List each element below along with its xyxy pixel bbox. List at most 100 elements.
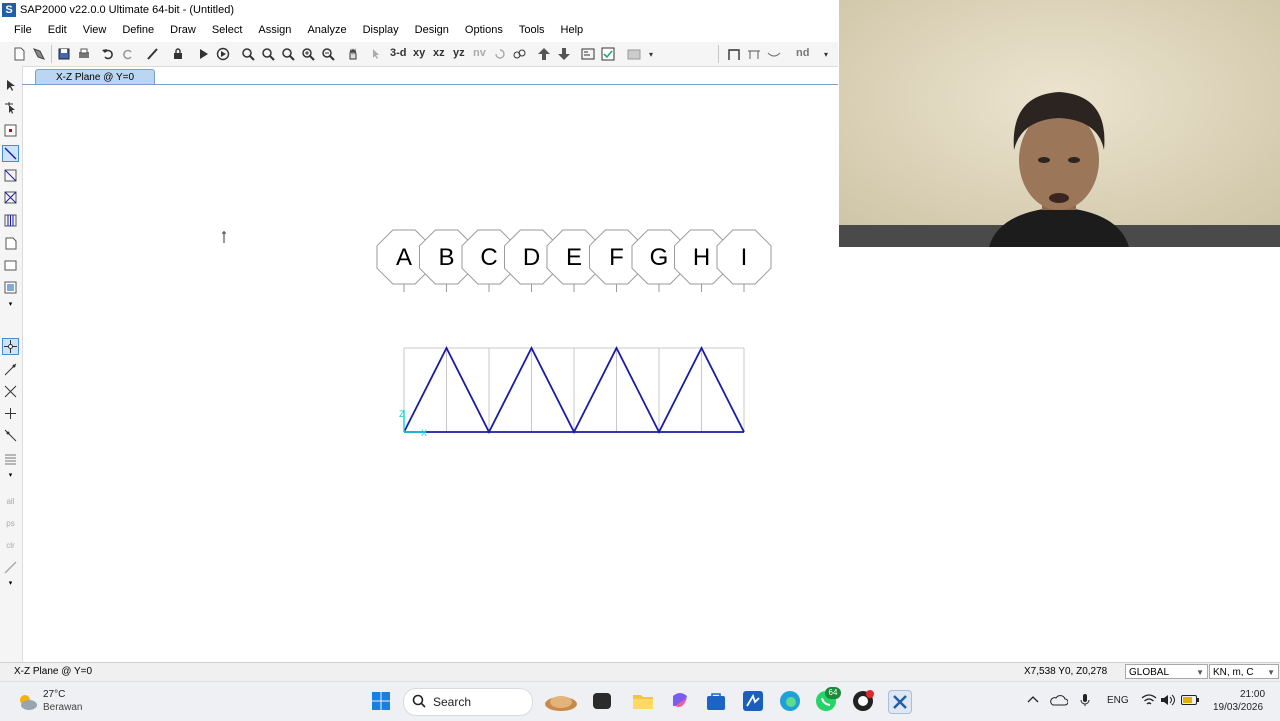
obs-studio-icon[interactable] (852, 690, 874, 712)
menu-design[interactable]: Design (407, 20, 457, 41)
quick-draw-frame-icon[interactable] (3, 168, 18, 183)
refresh-window-icon[interactable] (145, 46, 161, 62)
undo-icon[interactable] (100, 46, 116, 62)
view-3d-button[interactable]: 3-d (390, 47, 407, 59)
weather-description: Berawan (43, 702, 83, 713)
redo-icon[interactable] (120, 46, 136, 62)
left-toolbar-chevron-icon[interactable]: ▾ (3, 296, 18, 311)
windows-start-icon[interactable] (371, 691, 391, 711)
quick-draw-secondary-beams-icon[interactable] (3, 213, 18, 228)
menu-view[interactable]: View (75, 20, 115, 41)
view-xy-button[interactable]: xy (413, 47, 425, 59)
terminal-app-icon[interactable] (593, 693, 611, 709)
microsoft-store-icon[interactable] (705, 690, 727, 712)
intersecting-line-select-icon[interactable] (3, 560, 18, 575)
draw-rectangular-area-icon[interactable] (3, 258, 18, 273)
menu-options[interactable]: Options (457, 20, 511, 41)
display-settings-icon[interactable] (626, 46, 642, 62)
draw-poly-area-icon[interactable] (3, 236, 18, 251)
model-view-canvas[interactable]: ABCDEFGH I Z X (23, 85, 838, 662)
zoom-in-icon[interactable] (300, 46, 316, 62)
menu-file[interactable]: File (0, 20, 40, 41)
snap-to-points-icon[interactable] (2, 338, 19, 355)
snap-to-line-ends-icon[interactable] (3, 362, 18, 377)
file-explorer-icon[interactable] (632, 690, 654, 712)
battery-icon[interactable] (1181, 695, 1199, 708)
menu-select[interactable]: Select (204, 20, 251, 41)
menu-display[interactable]: Display (355, 20, 407, 41)
rotate-3d-icon[interactable] (492, 46, 508, 62)
run-time-history-icon[interactable] (215, 46, 231, 62)
units-select[interactable]: KN, m, C ▼ (1209, 664, 1279, 679)
select-all-icon[interactable]: all (3, 494, 18, 509)
view-nv-button[interactable]: nv (473, 47, 486, 59)
select-previous-icon[interactable]: ps (3, 516, 18, 531)
check-icon[interactable] (600, 46, 616, 62)
reshape-pointer-icon[interactable] (3, 100, 18, 115)
zoom-previous-icon[interactable] (280, 46, 296, 62)
menu-define[interactable]: Define (114, 20, 162, 41)
coordinate-system-select[interactable]: GLOBAL ▼ (1125, 664, 1208, 679)
menu-tools[interactable]: Tools (511, 20, 553, 41)
snap-to-lines-icon[interactable] (3, 428, 18, 443)
weather-temperature: 27°C (43, 689, 66, 700)
toolbar-overflow-chevron-icon[interactable]: ▾ (818, 46, 834, 62)
draw-frame-icon[interactable] (726, 46, 742, 62)
lock-icon[interactable] (170, 46, 186, 62)
perspective-toggle-icon[interactable] (511, 46, 527, 62)
sap2000-taskbar-icon[interactable] (888, 690, 912, 714)
volume-icon[interactable] (1160, 694, 1176, 709)
set-display-options-icon[interactable] (580, 46, 596, 62)
menu-analyze[interactable]: Analyze (299, 20, 354, 41)
clock-time[interactable]: 21:00 (1240, 689, 1265, 700)
menu-help[interactable]: Help (553, 20, 592, 41)
move-up-icon[interactable] (536, 46, 552, 62)
microphone-icon[interactable] (1080, 693, 1090, 710)
run-analysis-icon[interactable] (195, 46, 211, 62)
draw-truss-icon[interactable] (746, 46, 762, 62)
clock-date[interactable]: 19/03/2026 (1213, 702, 1263, 713)
move-down-icon[interactable] (556, 46, 572, 62)
view-xz-button[interactable]: xz (433, 47, 445, 59)
save-icon[interactable] (56, 46, 72, 62)
sap2000-app-icon[interactable]: S (2, 3, 16, 17)
tab-xz-plane[interactable]: X-Z Plane @ Y=0 (35, 69, 155, 85)
nd-button[interactable]: nd (796, 47, 809, 59)
print-icon[interactable] (76, 46, 92, 62)
pan-hand-icon[interactable] (345, 46, 361, 62)
draw-joint-icon[interactable] (3, 123, 18, 138)
quick-draw-braces-icon[interactable] (3, 190, 18, 205)
onedrive-cloud-icon[interactable] (1050, 694, 1069, 709)
new-model-icon[interactable] (11, 46, 27, 62)
wifi-icon[interactable] (1141, 694, 1157, 709)
pointer-move-icon[interactable] (366, 46, 382, 62)
snap-to-intersections-icon[interactable] (3, 384, 18, 399)
draw-cable-icon[interactable] (766, 46, 782, 62)
rubber-band-zoom-icon[interactable] (240, 46, 256, 62)
menu-edit[interactable]: Edit (40, 20, 75, 41)
edge-browser-icon[interactable] (779, 690, 801, 712)
select-pointer-icon[interactable] (3, 78, 18, 93)
menu-draw[interactable]: Draw (162, 20, 204, 41)
menu-assign[interactable]: Assign (250, 20, 299, 41)
weather-cloud-sun-icon[interactable] (16, 691, 38, 713)
clear-selection-icon[interactable]: clr (3, 538, 18, 553)
snap-to-perpendicular-icon[interactable] (3, 406, 18, 421)
select-toolbar-chevron-icon[interactable]: ▾ (3, 575, 18, 590)
zoom-out-icon[interactable] (320, 46, 336, 62)
presenter-video (839, 0, 1280, 247)
dropdown-chevron-icon[interactable]: ▾ (643, 46, 659, 62)
restore-full-view-icon[interactable] (260, 46, 276, 62)
quick-draw-area-icon[interactable] (3, 280, 18, 295)
view-yz-button[interactable]: yz (453, 47, 465, 59)
whiteboard-app-icon[interactable] (742, 690, 764, 712)
draw-frame-cable-icon[interactable] (2, 145, 19, 162)
windows-taskbar: 27°C Berawan Search 64 ENG 21:00 19/03/2… (0, 681, 1280, 721)
template-icon[interactable] (31, 46, 47, 62)
taskbar-search-box[interactable]: Search (403, 688, 577, 716)
snap-toolbar-chevron-icon[interactable]: ▾ (3, 467, 18, 482)
copilot-icon[interactable] (669, 690, 691, 712)
snap-fine-grid-icon[interactable] (3, 451, 18, 466)
show-hidden-icons-chevron-icon[interactable] (1027, 694, 1039, 707)
input-language[interactable]: ENG (1107, 695, 1129, 706)
